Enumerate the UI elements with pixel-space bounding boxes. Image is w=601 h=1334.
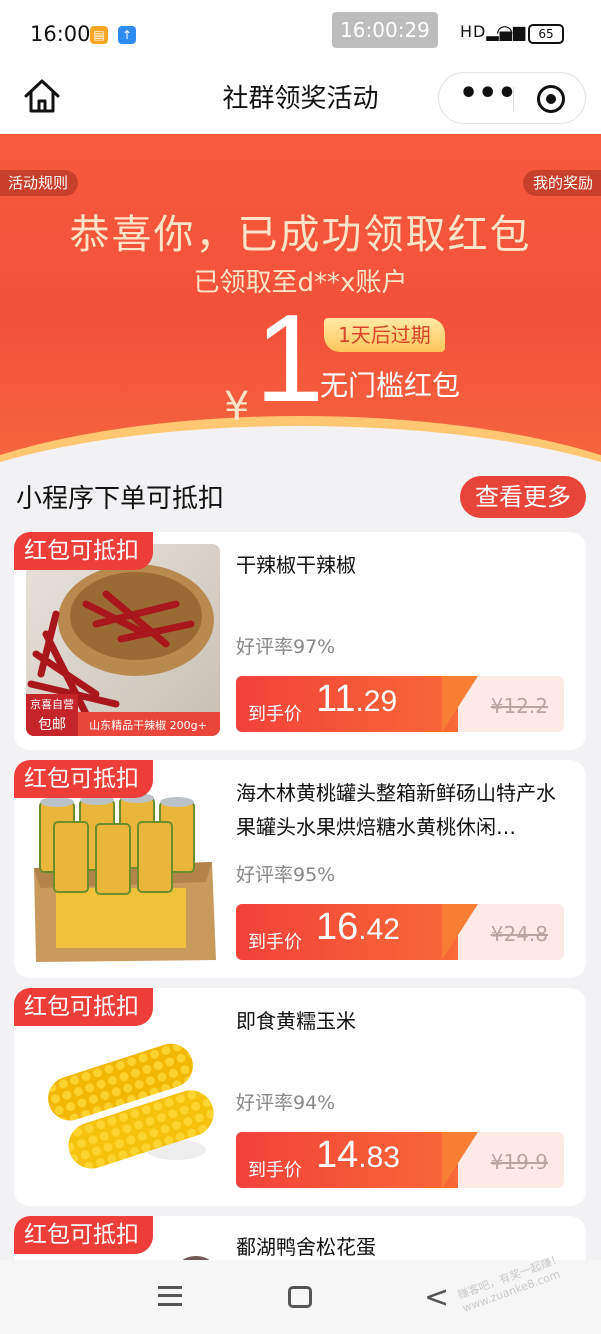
- menu-icon[interactable]: [158, 1286, 182, 1306]
- product-name[interactable]: 鄱湖鸭舍松花蛋: [236, 1230, 572, 1260]
- final-price-label: 到手价: [248, 932, 302, 953]
- wifi-icon: ◠: [496, 20, 514, 44]
- capsule-divider: [513, 87, 514, 111]
- capsule-menu: •••: [438, 72, 586, 124]
- currency-symbol: ¥: [224, 384, 250, 430]
- final-price: 11.29: [316, 678, 398, 720]
- home-button-icon[interactable]: [288, 1286, 312, 1308]
- section-title: 小程序下单可抵扣: [16, 484, 225, 514]
- product-card[interactable]: 红包可抵扣 京喜自营 包邮 山东精品干辣椒 200g+ 干辣椒干辣椒 好评率97…: [14, 532, 586, 750]
- activity-rules-button[interactable]: 活动规则: [0, 170, 79, 196]
- price-bar[interactable]: 到手价 14.83 ¥19.9: [236, 1132, 564, 1188]
- signal-icon: HD▂▄▆: [460, 22, 527, 41]
- status-bar: 16:00 ▤ ↑ 16:00:29 HD▂▄▆ ◠ 65: [0, 0, 601, 66]
- product-rating: 好评率94%: [236, 1092, 336, 1114]
- reward-banner: 活动规则 我的奖励 恭喜你，已成功领取红包 已领取至d**x账户 ¥ 1 1天后…: [0, 134, 601, 472]
- original-price: ¥24.8: [490, 922, 548, 946]
- final-price: 16.42: [316, 906, 400, 948]
- reward-amount: 1: [255, 290, 324, 428]
- product-name[interactable]: 干辣椒干辣椒: [236, 548, 572, 582]
- more-icon[interactable]: •••: [459, 79, 517, 113]
- final-price-label: 到手价: [248, 1160, 302, 1181]
- coupon-deductible-badge: 红包可抵扣: [14, 988, 153, 1026]
- coupon-deductible-badge: 红包可抵扣: [14, 760, 153, 798]
- view-more-button[interactable]: 查看更多: [460, 476, 586, 518]
- product-name[interactable]: 即食黄糯玉米: [236, 1004, 572, 1038]
- product-card[interactable]: 红包可抵扣 即食黄糯玉米 好评率94% 到手价 14.83 ¥19.9: [14, 988, 586, 1206]
- image-tag-top: 京喜自营: [30, 697, 74, 711]
- price-arrow: [442, 676, 478, 732]
- image-tag: 包邮: [38, 717, 66, 733]
- price-bar[interactable]: 到手价 16.42 ¥24.8: [236, 904, 564, 960]
- image-caption: 山东精品干辣椒 200g+: [89, 718, 207, 732]
- expire-badge: 1天后过期: [324, 318, 445, 352]
- clock-overlay: 16:00:29: [332, 12, 438, 48]
- price-bar[interactable]: 到手价 11.29 ¥12.2: [236, 676, 564, 732]
- status-time: 16:00: [30, 22, 91, 46]
- banner-title: 恭喜你，已成功领取红包: [69, 212, 532, 258]
- original-price: ¥19.9: [490, 1150, 548, 1174]
- product-card[interactable]: 红包可抵扣 鄱湖鸭舍松花蛋: [14, 1216, 586, 1260]
- coupon-deductible-badge: 红包可抵扣: [14, 1216, 153, 1254]
- final-price: 14.83: [316, 1134, 400, 1176]
- notes-app-icon: ▤: [90, 26, 108, 44]
- product-name[interactable]: 海木林黄桃罐头整箱新鲜砀山特产水果罐头水果烘焙糖水黄桃休闲…: [236, 776, 572, 844]
- product-image-chili[interactable]: 京喜自营 包邮 山东精品干辣椒 200g+: [26, 544, 220, 736]
- original-price: ¥12.2: [490, 694, 548, 718]
- back-icon[interactable]: <: [424, 1280, 449, 1315]
- final-price-label: 到手价: [248, 704, 302, 725]
- product-rating: 好评率95%: [236, 864, 336, 886]
- product-card[interactable]: 红包可抵扣 海木林黄桃罐头整箱新鲜砀山特产水果罐头水果烘焙糖水黄桃休闲… 好评率…: [14, 760, 586, 978]
- battery-icon: 65: [528, 24, 564, 44]
- product-image-peach-can[interactable]: [26, 772, 220, 964]
- coupon-deductible-badge: 红包可抵扣: [14, 532, 153, 570]
- price-arrow: [442, 904, 478, 960]
- my-prizes-button[interactable]: 我的奖励: [522, 170, 601, 196]
- product-image-corn[interactable]: [26, 1000, 220, 1192]
- price-arrow: [442, 1132, 478, 1188]
- coupon-type: 无门槛红包: [320, 369, 461, 402]
- close-miniprogram-icon[interactable]: [537, 85, 565, 113]
- product-rating: 好评率97%: [236, 636, 336, 658]
- upload-app-icon: ↑: [118, 26, 136, 44]
- nav-bar: 社群领奖活动 •••: [0, 66, 601, 134]
